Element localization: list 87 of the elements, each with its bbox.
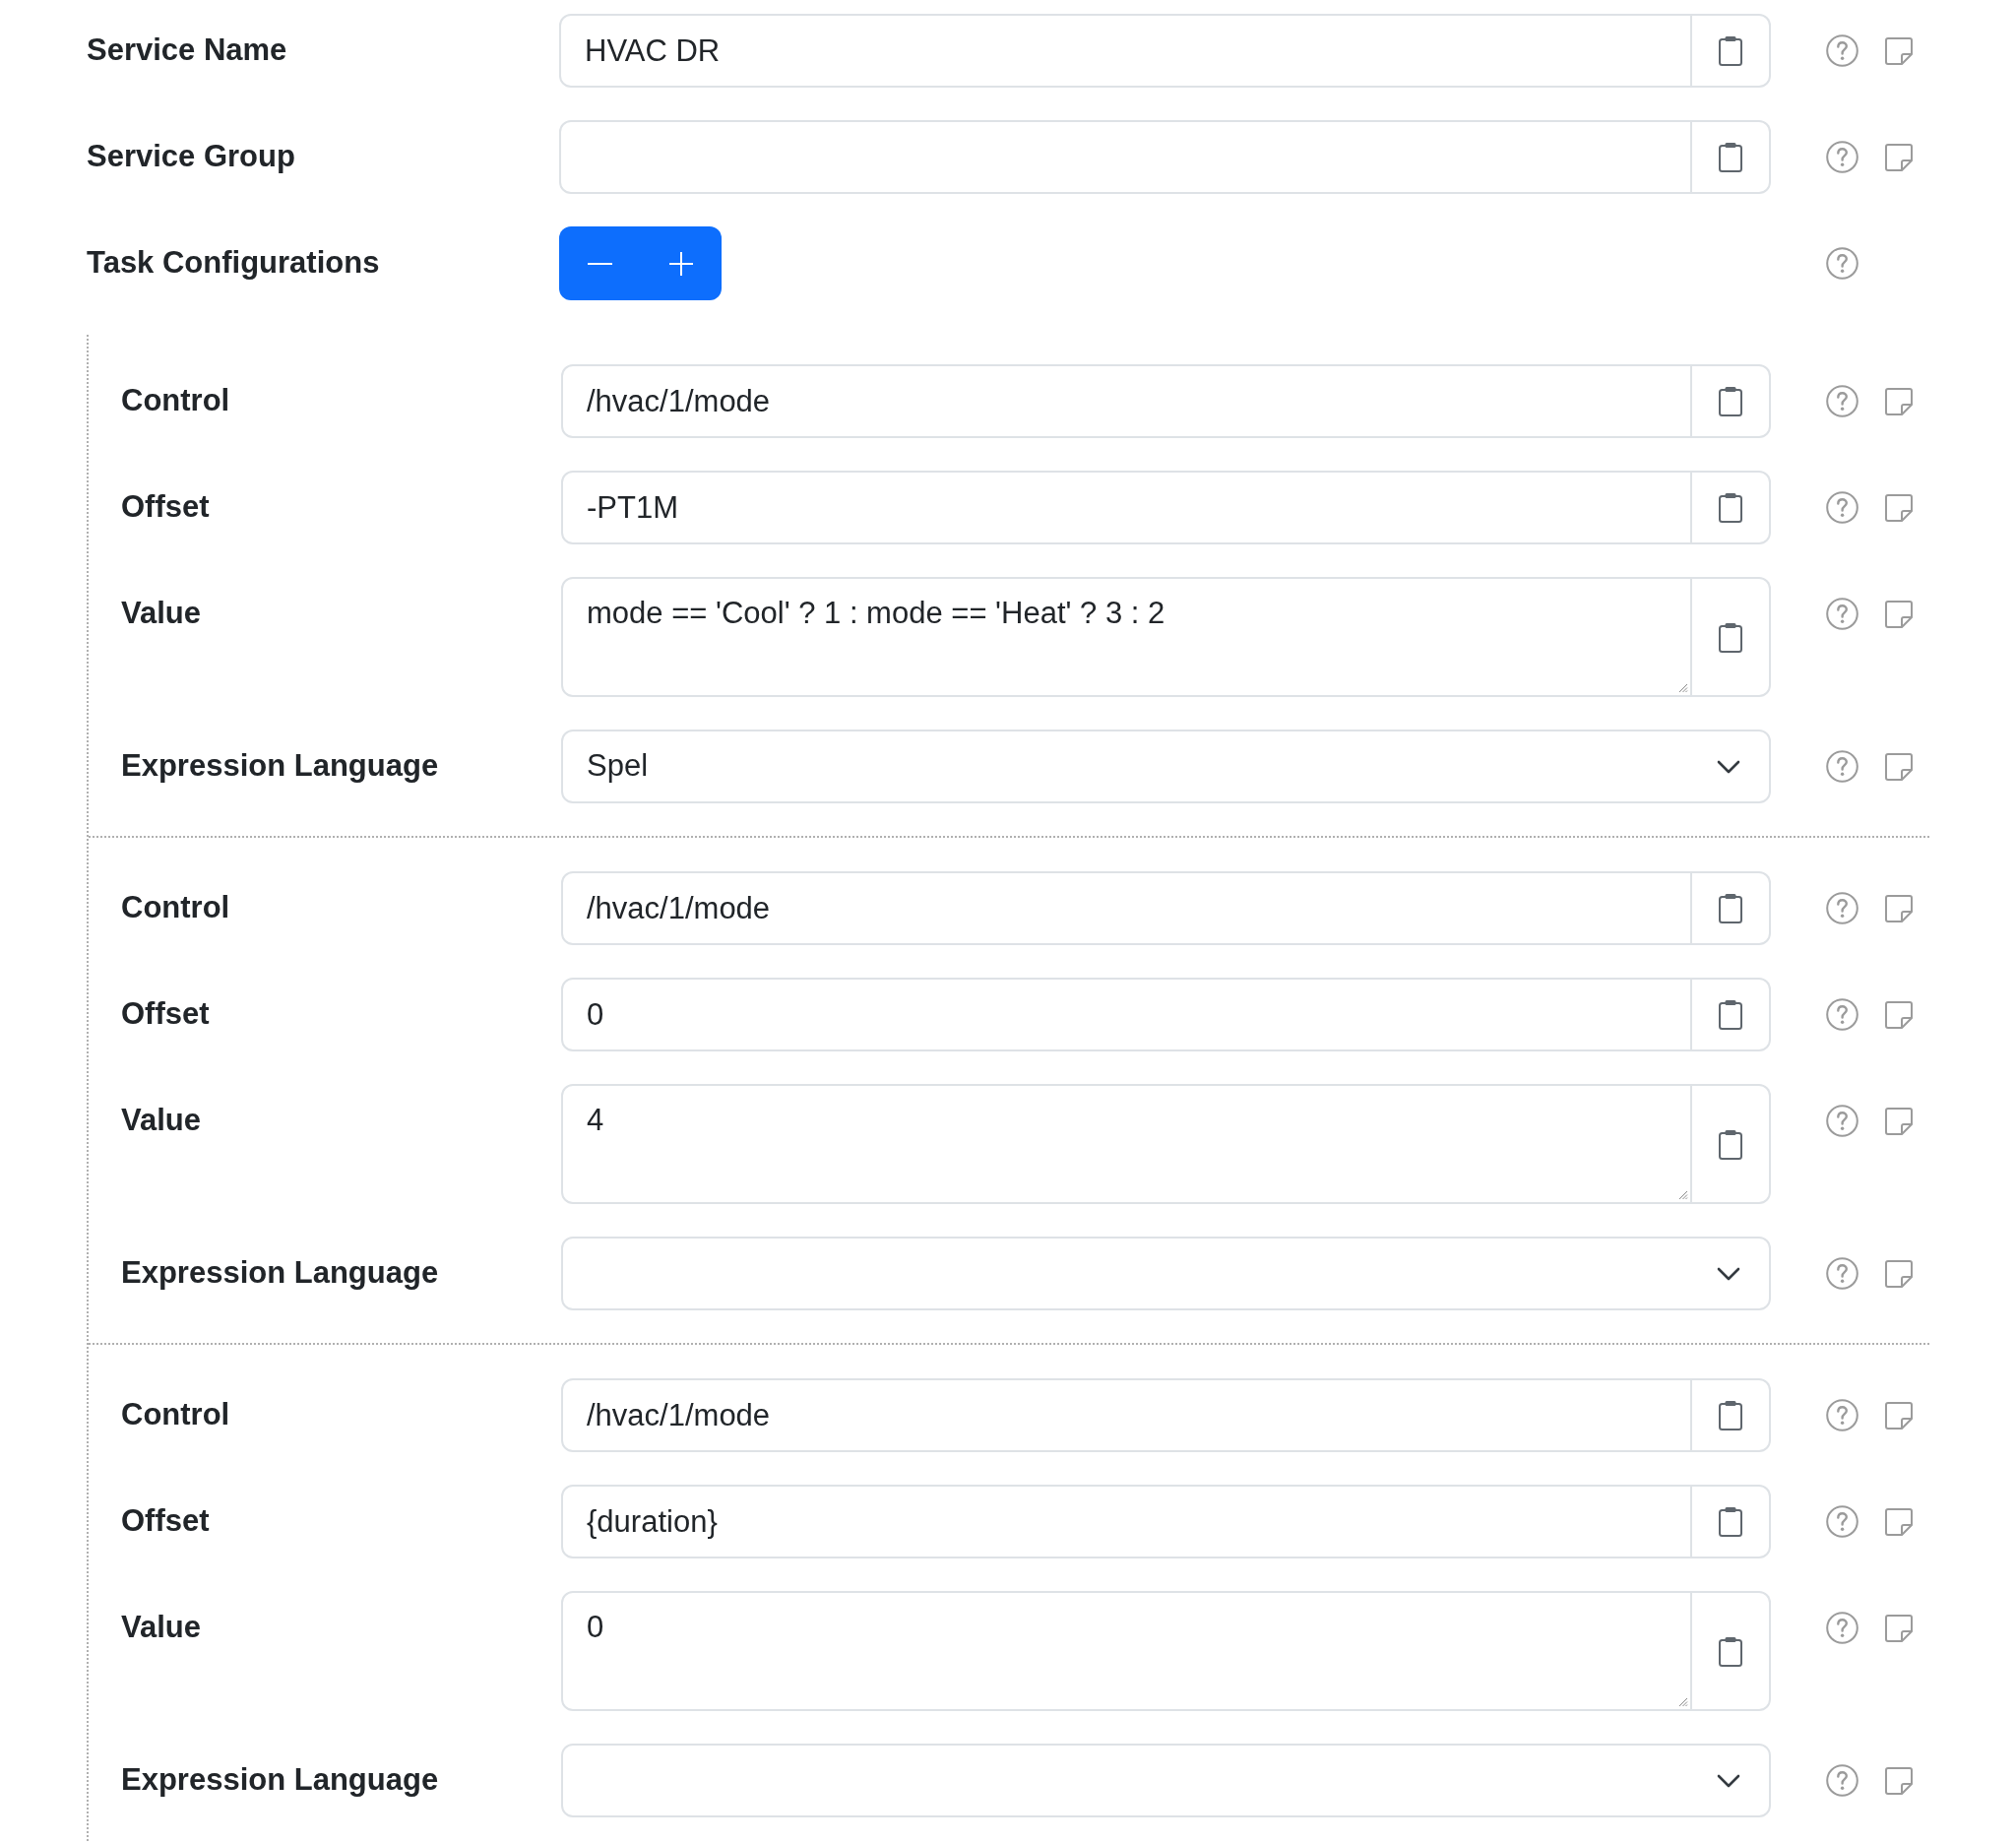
field-label: Task Configurations (87, 244, 380, 282)
text-input-field[interactable]: /hvac/1/mode (561, 364, 1692, 438)
note-icon[interactable] (1885, 493, 1913, 522)
help-icon[interactable] (1826, 491, 1858, 524)
clipboard-icon (1719, 1400, 1742, 1430)
clipboard-icon (1719, 142, 1742, 172)
clipboard-icon (1719, 621, 1742, 653)
clipboard-icon (1719, 35, 1742, 66)
chevron-icon (1717, 1773, 1740, 1788)
note-icon[interactable] (1885, 1507, 1913, 1536)
plus-button[interactable] (640, 226, 722, 300)
field-label: Expression Language (121, 1761, 439, 1799)
clipboard-button[interactable] (1692, 1485, 1771, 1558)
help-icon[interactable] (1826, 1505, 1858, 1538)
clipboard-icon (1719, 386, 1742, 416)
textarea-field[interactable]: 0 (561, 1591, 1692, 1711)
field-label: Expression Language (121, 1254, 439, 1292)
note-icon[interactable] (1885, 1107, 1913, 1135)
help-icon[interactable] (1826, 34, 1858, 67)
text-input-field[interactable]: 0 (561, 978, 1692, 1051)
text-input-field[interactable]: /hvac/1/mode (561, 1378, 1692, 1452)
clipboard-button[interactable] (1692, 871, 1771, 945)
text-input-field[interactable]: HVAC DR (559, 14, 1692, 88)
clipboard-button[interactable] (1692, 1084, 1771, 1204)
field-label: Service Group (87, 138, 295, 175)
note-icon[interactable] (1885, 1614, 1913, 1642)
plus-icon (668, 251, 693, 276)
field-label: Value (121, 1102, 201, 1139)
field-label: Value (121, 595, 201, 632)
chevron-icon (1717, 1266, 1740, 1281)
field-label: Control (121, 1396, 230, 1433)
field-label: Offset (121, 488, 210, 526)
help-icon[interactable] (1826, 385, 1858, 417)
textarea-field[interactable]: 4 (561, 1084, 1692, 1204)
note-icon[interactable] (1885, 1259, 1913, 1288)
note-icon[interactable] (1885, 752, 1913, 781)
note-icon[interactable] (1885, 1401, 1913, 1430)
minus-icon (587, 262, 612, 265)
help-icon[interactable] (1826, 892, 1858, 924)
clipboard-button[interactable] (1692, 1591, 1771, 1711)
clipboard-button[interactable] (1692, 978, 1771, 1051)
field-label: Offset (121, 1502, 210, 1540)
chevron-icon (1717, 759, 1740, 774)
field-label: Control (121, 382, 230, 419)
field-label: Offset (121, 995, 210, 1033)
note-icon[interactable] (1885, 600, 1913, 628)
help-icon[interactable] (1826, 141, 1858, 173)
help-icon[interactable] (1826, 750, 1858, 783)
text-input-field[interactable] (559, 120, 1692, 194)
clipboard-icon (1719, 1128, 1742, 1160)
note-icon[interactable] (1885, 143, 1913, 171)
field-label: Expression Language (121, 747, 439, 785)
field-label: Service Name (87, 32, 287, 69)
clipboard-button[interactable] (1692, 1378, 1771, 1452)
help-icon[interactable] (1826, 1105, 1858, 1137)
textarea-field[interactable]: mode == 'Cool' ? 1 : mode == 'Heat' ? 3 : 2 (561, 577, 1692, 697)
clipboard-icon (1719, 1635, 1742, 1667)
note-icon[interactable] (1885, 1766, 1913, 1795)
help-icon[interactable] (1826, 998, 1858, 1031)
text-input-field[interactable]: /hvac/1/mode (561, 871, 1692, 945)
select-dropdown[interactable]: Spel (561, 730, 1771, 803)
clipboard-button[interactable] (1692, 577, 1771, 697)
note-icon[interactable] (1885, 387, 1913, 415)
clipboard-icon (1719, 893, 1742, 923)
help-icon[interactable] (1826, 247, 1858, 280)
help-icon[interactable] (1826, 1399, 1858, 1431)
clipboard-icon (1719, 492, 1742, 523)
field-label: Value (121, 1609, 201, 1646)
note-icon[interactable] (1885, 36, 1913, 65)
clipboard-button[interactable] (1692, 471, 1771, 544)
resize-handle-icon[interactable] (1678, 683, 1688, 693)
clipboard-button[interactable] (1692, 14, 1771, 88)
resize-handle-icon[interactable] (1678, 1190, 1688, 1200)
help-icon[interactable] (1826, 1612, 1858, 1644)
note-icon[interactable] (1885, 894, 1913, 922)
clipboard-icon (1719, 1506, 1742, 1537)
help-icon[interactable] (1826, 1764, 1858, 1797)
resize-handle-icon[interactable] (1678, 1697, 1688, 1707)
text-input-field[interactable]: {duration} (561, 1485, 1692, 1558)
clipboard-button[interactable] (1692, 364, 1771, 438)
clipboard-icon (1719, 999, 1742, 1030)
field-label: Control (121, 889, 230, 926)
note-icon[interactable] (1885, 1000, 1913, 1029)
help-icon[interactable] (1826, 1257, 1858, 1290)
help-icon[interactable] (1826, 598, 1858, 630)
clipboard-button[interactable] (1692, 120, 1771, 194)
text-input-field[interactable]: -PT1M (561, 471, 1692, 544)
